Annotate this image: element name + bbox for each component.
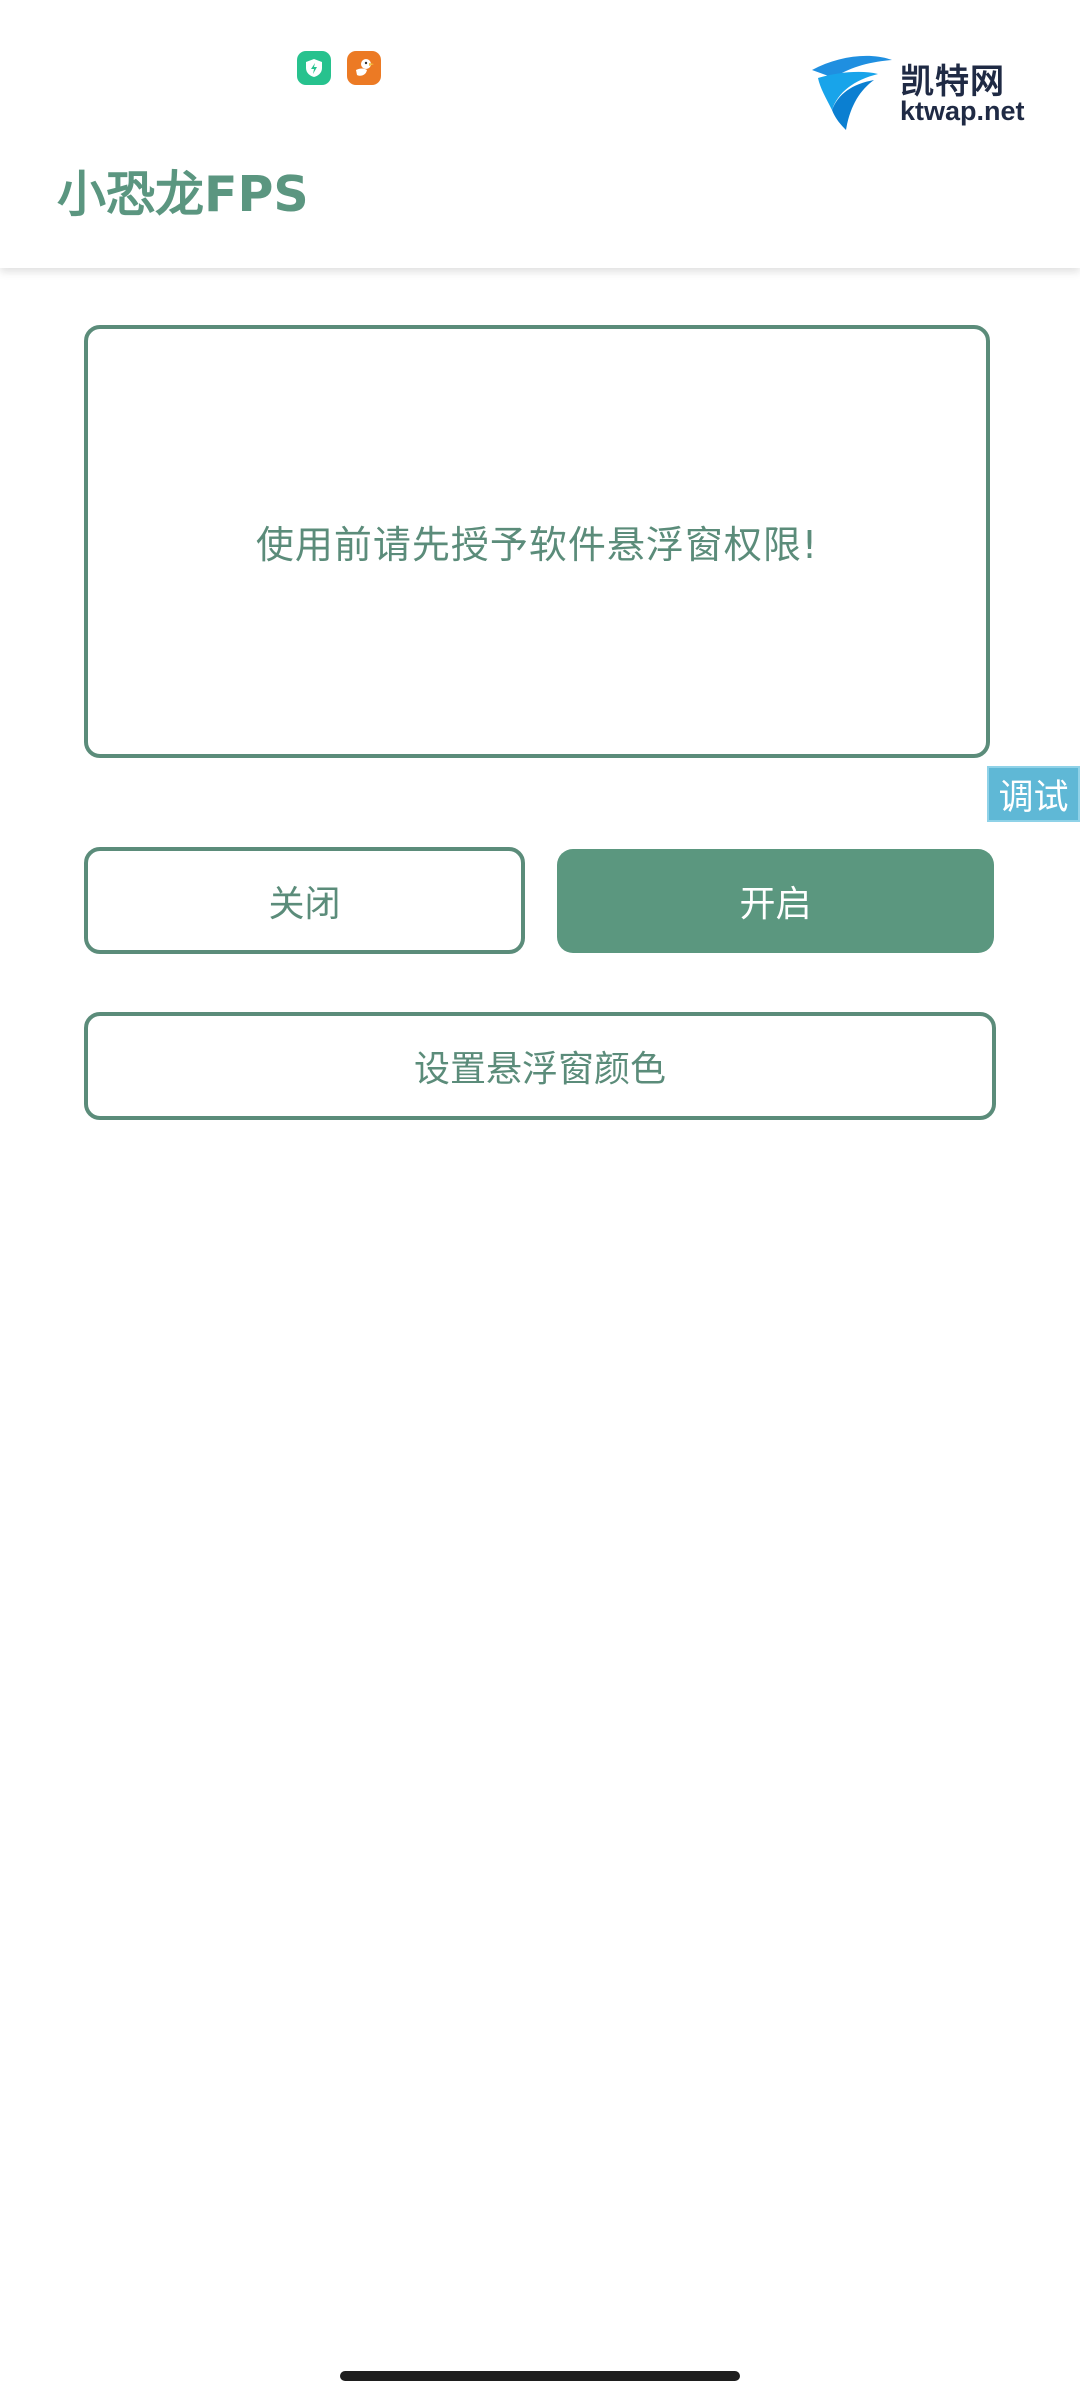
permission-message: 使用前请先授予软件悬浮窗权限!	[255, 523, 819, 567]
gesture-nav-bar[interactable]	[340, 2371, 740, 2381]
watermark-bird-icon	[812, 55, 892, 130]
permission-info-card: 使用前请先授予软件悬浮窗权限!	[84, 325, 990, 758]
open-button[interactable]: 开启	[557, 849, 994, 953]
goose-app-icon	[347, 51, 381, 85]
shield-app-icon	[297, 51, 331, 85]
debug-tab[interactable]: 调试	[987, 766, 1080, 822]
watermark-logo: 凯特网 ktwap.net	[808, 50, 1038, 136]
watermark-brand-en: ktwap.net	[900, 96, 1025, 126]
close-button[interactable]: 关闭	[84, 847, 525, 954]
set-float-color-button[interactable]: 设置悬浮窗颜色	[84, 1012, 996, 1120]
app-title: 小恐龙FPS	[57, 166, 309, 223]
